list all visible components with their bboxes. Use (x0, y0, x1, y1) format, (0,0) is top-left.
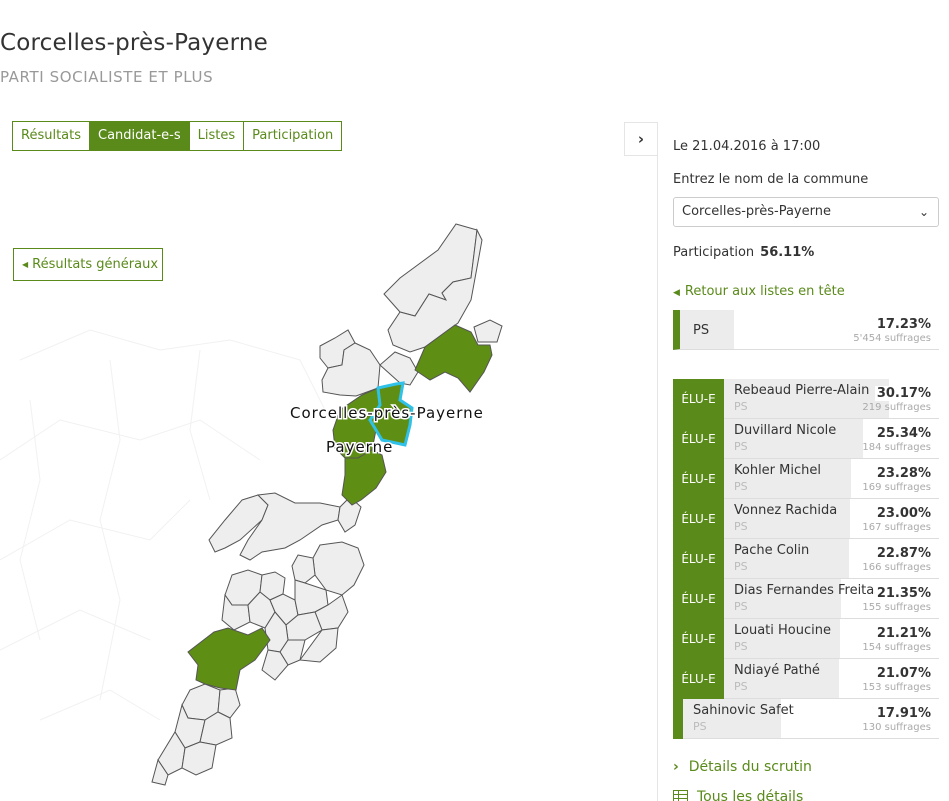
details-scrutin-label: Détails du scrutin (688, 759, 812, 775)
candidate-votes: 130 suffrages (862, 722, 931, 733)
candidate-pct: 21.35% (874, 586, 931, 601)
candidate-name: Sahinovic Safet (693, 703, 794, 718)
table-grid-icon (673, 790, 688, 801)
candidate-pct: 23.00% (874, 506, 931, 521)
candidate-party: PS (734, 640, 748, 653)
candidate-votes: 169 suffrages (862, 482, 931, 493)
back-to-lists-link[interactable]: ◀ Retour aux listes en tête (673, 284, 845, 299)
tab-participation[interactable]: Participation (244, 122, 342, 150)
commune-select[interactable]: Corcelles-près-Payerne ⌄ (673, 197, 939, 227)
all-details-link[interactable]: Tous les détails (673, 789, 803, 801)
commune-shape[interactable] (473, 319, 503, 343)
commune-shape[interactable] (312, 541, 365, 596)
candidate-list: ÉLU-E Rebeaud Pierre-Alain PS 30.17% 219 suf… (673, 379, 939, 739)
page-title: Corcelles-près-Payerne (0, 30, 268, 56)
candidate-party: PS (734, 520, 748, 533)
candidate-name: Rebeaud Pierre-Alain (734, 383, 870, 398)
candidate-name: Duvillard Nicole (734, 423, 837, 438)
candidate-votes: 184 suffrages (862, 442, 931, 453)
elected-badge: ÉLU-E (673, 579, 724, 619)
candidate-row[interactable]: ÉLU-E Vonnez Rachida PS 23.00% 167 suffrages (673, 499, 939, 539)
map-label-selected: Corcelles-près-Payerne (290, 404, 484, 422)
elected-badge: ÉLU-E (673, 539, 724, 579)
chevron-right-icon: › (637, 130, 645, 148)
list-votes: 5'454 suffrages (853, 333, 931, 344)
candidate-row[interactable]: ÉLU-E Ndiayé Pathé PS 21.07% 153 suffrages (673, 659, 939, 699)
tab-resultats[interactable]: Résultats (13, 122, 91, 150)
candidate-votes: 166 suffrages (862, 562, 931, 573)
candidate-pct: 22.87% (874, 546, 931, 561)
candidate-votes: 219 suffrages (862, 402, 931, 413)
candidate-name: Ndiayé Pathé (734, 663, 820, 678)
candidate-row[interactable]: ÉLU-E Louati Houcine PS 21.21% 154 suffrages (673, 619, 939, 659)
candidate-party: PS (734, 600, 748, 613)
candidate-votes: 153 suffrages (862, 682, 931, 693)
candidate-votes: 154 suffrages (862, 642, 931, 653)
commune-shape[interactable] (181, 741, 217, 776)
results-date: Le 21.04.2016 à 17:00 (673, 139, 821, 154)
details-scrutin-link[interactable]: › Détails du scrutin (673, 759, 812, 775)
candidate-pct: 17.91% (874, 706, 931, 721)
view-tabs: Résultats Candidat-e-s Listes Participat… (12, 121, 343, 151)
candidate-party: PS (734, 680, 748, 693)
elected-badge: ÉLU-E (673, 459, 724, 499)
all-details-label: Tous les détails (697, 789, 804, 801)
page-subtitle: PARTI SOCIALISTE ET PLUS (0, 68, 214, 86)
commune-select-value: Corcelles-près-Payerne (682, 204, 831, 219)
elected-badge: ÉLU-E (673, 659, 724, 699)
candidate-pct: 23.28% (874, 466, 931, 481)
candidate-votes: 155 suffrages (862, 602, 931, 613)
candidate-row[interactable]: ÉLU-E Duvillard Nicole PS 25.34% 184 suffrag… (673, 419, 939, 459)
candidate-pct: 21.21% (874, 626, 931, 641)
elected-badge: ÉLU-E (673, 499, 724, 539)
chevron-down-icon: ⌄ (918, 205, 929, 219)
list-pct: 17.23% (876, 317, 931, 332)
candidate-party: PS (734, 400, 748, 413)
collapse-sidebar-button[interactable]: › (624, 122, 657, 156)
list-name: PS (693, 323, 710, 338)
commune-map: Corcelles-près-Payerne Payerne (0, 223, 503, 786)
tab-listes[interactable]: Listes (189, 122, 245, 150)
candidate-row[interactable]: ÉLU-E Kohler Michel PS 23.28% 169 suffrages (673, 459, 939, 499)
candidate-pct: 25.34% (874, 426, 931, 441)
candidate-party: PS (693, 720, 707, 733)
commune-label: Entrez le nom de la commune (673, 172, 869, 187)
chevron-right-icon: › (673, 759, 679, 775)
sidebar-divider (657, 122, 658, 801)
participation: Participation 56.11% (673, 245, 814, 260)
candidate-pct: 30.17% (874, 386, 931, 401)
candidate-party: PS (734, 480, 748, 493)
tab-candidats[interactable]: Candidat-e-s (90, 122, 190, 150)
candidate-marker (673, 699, 683, 739)
list-result-row[interactable]: PS 17.23% 5'454 suffrages (673, 310, 939, 350)
candidate-name: Kohler Michel (734, 463, 821, 478)
commune-polygons (151, 223, 503, 786)
elected-badge: ÉLU-E (673, 379, 724, 419)
candidate-row[interactable]: ÉLU-E Rebeaud Pierre-Alain PS 30.17% 219 suf… (673, 379, 939, 419)
map-label-other: Payerne (326, 438, 393, 456)
candidate-name: Dias Fernandes Freitas (734, 583, 882, 598)
commune-shape[interactable] (379, 351, 419, 386)
commune-won[interactable] (341, 449, 387, 506)
candidate-party: PS (734, 440, 748, 453)
back-to-lists-label: Retour aux listes en tête (684, 284, 845, 299)
participation-label: Participation (673, 245, 755, 260)
candidate-party: PS (734, 560, 748, 573)
candidate-row[interactable]: ÉLU-E Dias Fernandes Freitas PS 21.35% 155 s… (673, 579, 939, 619)
commune-shape[interactable] (291, 554, 316, 584)
candidate-row[interactable]: ÉLU-E Pache Colin PS 22.87% 166 suffrages (673, 539, 939, 579)
candidate-name: Pache Colin (734, 543, 810, 558)
candidate-name: Louati Houcine (734, 623, 831, 638)
candidate-votes: 167 suffrages (862, 522, 931, 533)
candidate-pct: 21.07% (874, 666, 931, 681)
elected-badge: ÉLU-E (673, 419, 724, 459)
candidate-name: Vonnez Rachida (734, 503, 838, 518)
elected-badge: ÉLU-E (673, 619, 724, 659)
candidate-row[interactable]: Sahinovic Safet PS 17.91% 130 suffrages (673, 699, 939, 739)
commune-won[interactable] (187, 627, 271, 691)
participation-value: 56.11% (760, 245, 815, 260)
caret-left-icon: ◀ (673, 288, 680, 298)
